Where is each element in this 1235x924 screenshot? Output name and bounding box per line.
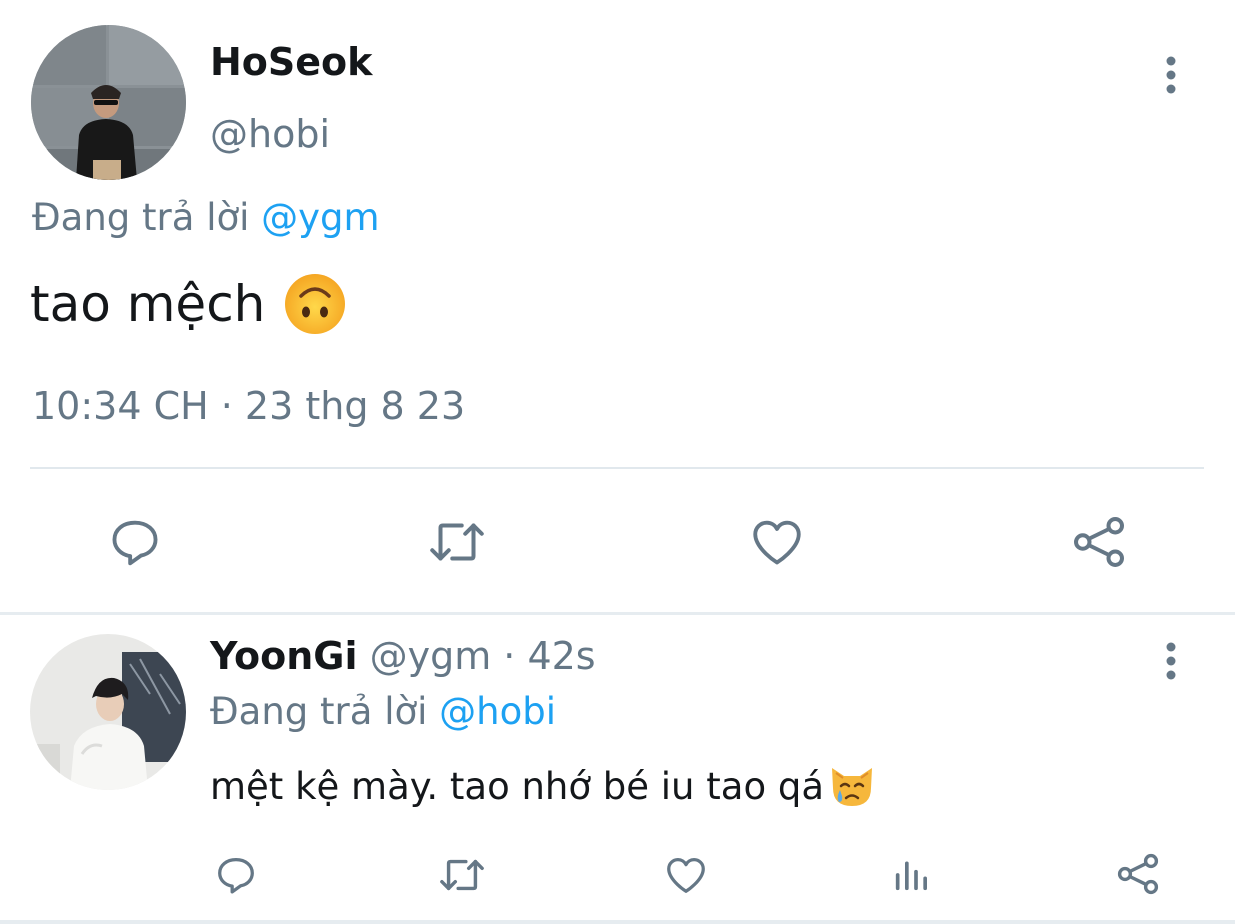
heart-icon [667, 858, 705, 893]
retweet-icon [430, 523, 484, 561]
reply-button[interactable] [100, 510, 170, 574]
reply-more-options-button[interactable] [1151, 636, 1191, 686]
like-button[interactable] [742, 510, 812, 574]
reply-replying-prefix: Đang trả lời [210, 690, 440, 733]
replying-to-label: Đang trả lời @ygm [32, 196, 380, 239]
reply-reply-button[interactable] [208, 850, 264, 900]
replying-prefix: Đang trả lời [32, 196, 262, 239]
tweet-thread: HoSeok @hobi Đang trả lời @ygm tao mệch [0, 0, 1235, 924]
bottom-separator [0, 920, 1235, 924]
user-handle[interactable]: @hobi [210, 112, 330, 156]
more-vertical-icon [1166, 56, 1176, 94]
tweet-separator [0, 612, 1235, 615]
divider [30, 467, 1204, 469]
reply-header: YoonGi @ygm · 42s [210, 634, 596, 678]
tweet-text: tao mệch [30, 272, 347, 336]
reply-text-content: mệt kệ mày. tao nhớ bé iu tao qá [210, 764, 825, 808]
reply-mention-link[interactable]: @hobi [439, 690, 556, 733]
share-icon [1073, 516, 1125, 568]
analytics-icon [895, 861, 927, 891]
reply-text: mệt kệ mày. tao nhớ bé iu tao qá [210, 760, 878, 812]
mention-link[interactable]: @ygm [261, 196, 379, 239]
avatar-hoseok-image [31, 25, 186, 180]
reply-display-name[interactable]: YoonGi [210, 634, 358, 678]
heart-icon [753, 520, 801, 565]
reply-handle-time[interactable]: @ygm · 42s [358, 634, 596, 678]
share-button[interactable] [1066, 510, 1132, 574]
display-name[interactable]: HoSeok [210, 40, 372, 84]
tweet-timestamp[interactable]: 10:34 CH · 23 thg 8 23 [32, 384, 465, 428]
more-options-button[interactable] [1151, 50, 1191, 100]
reply-icon [218, 858, 254, 894]
more-vertical-icon [1166, 642, 1176, 680]
reply-icon [112, 520, 158, 566]
reply-retweet-button[interactable] [432, 850, 492, 900]
avatar-hoseok[interactable] [31, 25, 186, 180]
retweet-icon [440, 859, 484, 891]
upside-down-face-icon [283, 272, 347, 336]
tweet-text-content: tao mệch [30, 275, 266, 333]
share-icon [1117, 853, 1159, 895]
retweet-button[interactable] [420, 510, 494, 574]
reply-like-button[interactable] [658, 850, 714, 900]
avatar-yoongi-image [30, 634, 186, 790]
reply-replying-to-label: Đang trả lời @hobi [210, 690, 556, 733]
crying-cat-face-icon [826, 760, 878, 812]
reply-share-button[interactable] [1110, 848, 1166, 900]
avatar-yoongi[interactable] [30, 634, 186, 790]
analytics-button[interactable] [886, 850, 936, 900]
